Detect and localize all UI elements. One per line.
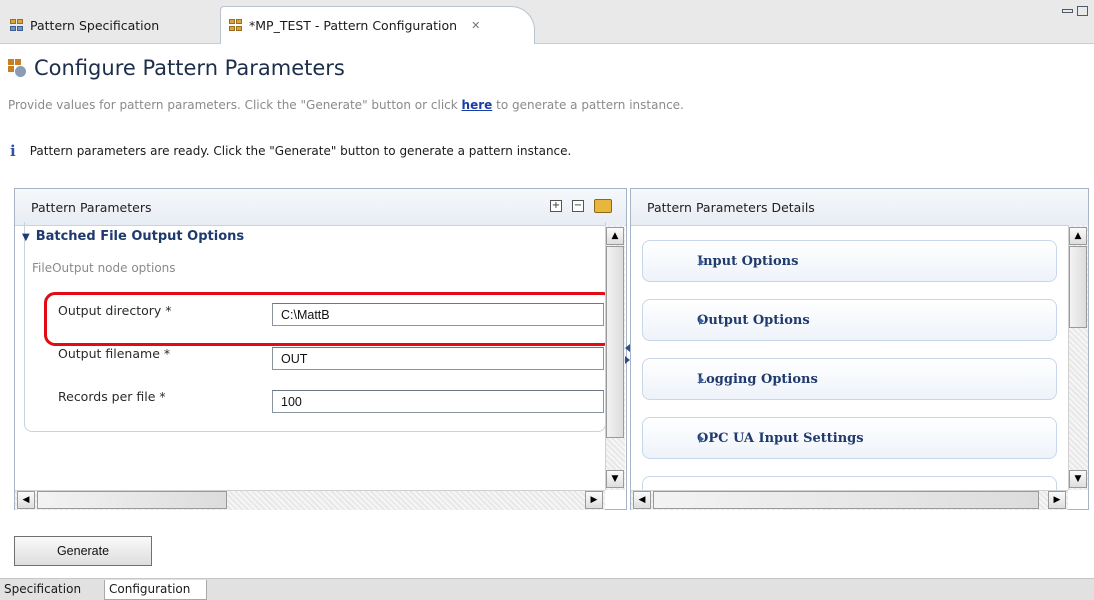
expand-all-icon[interactable]: + [550,200,562,212]
scroll-left-icon[interactable]: ◀ [17,491,35,509]
triangle-right-icon [699,317,704,325]
card-opc-ua-input-settings[interactable]: OPC UA Input Settings [642,417,1057,459]
scroll-down-icon[interactable]: ▼ [1069,470,1087,488]
section-subtitle: FileOutput node options [32,261,176,275]
output-filename-label: Output filename * [58,346,171,361]
section-header[interactable]: ▼ Batched File Output Options [22,229,244,244]
triangle-right-icon [699,258,704,266]
panel-toolbar: + − [550,199,612,213]
details-panel-title: Pattern Parameters Details [647,199,815,215]
info-message-text: Pattern parameters are ready. Click the … [29,144,572,158]
card-logging-options[interactable]: Logging Options [642,358,1057,400]
maximize-icon[interactable] [1077,6,1088,16]
triangle-right-icon [699,435,704,443]
left-hscroll-thumb[interactable] [37,491,227,509]
window-controls [1062,6,1088,16]
info-message: i Pattern parameters are ready. Click th… [10,142,571,160]
here-link[interactable]: here [462,98,493,112]
scroll-right-icon[interactable]: ▶ [1048,491,1066,509]
minimize-icon[interactable] [1062,9,1073,13]
card-output-options[interactable]: Output Options [642,299,1057,341]
records-per-file-label: Records per file * [58,389,166,404]
scroll-down-icon[interactable]: ▼ [606,470,624,488]
card-partial [642,476,1057,490]
output-filename-input[interactable] [272,347,604,370]
generate-button[interactable]: Generate [14,536,152,566]
close-tab-icon[interactable]: ✕ [471,19,480,32]
tab-label: *MP_TEST - Pattern Configuration [249,18,458,33]
highlight-annotation [44,292,614,346]
triangle-down-icon: ▼ [22,232,30,243]
info-icon: i [10,142,16,160]
page-description: Provide values for pattern parameters. C… [8,98,684,112]
configure-pattern-icon [8,59,26,77]
details-panel-header: Pattern Parameters Details [631,189,1088,226]
panel-header: Pattern Parameters + − [15,189,626,226]
pattern-spec-icon [10,18,24,32]
open-folder-icon[interactable] [594,199,612,213]
scroll-up-icon[interactable]: ▲ [1069,227,1087,245]
scroll-left-icon[interactable]: ◀ [633,491,651,509]
left-vscroll-thumb[interactable] [606,246,624,438]
page-title: Configure Pattern Parameters [8,56,345,80]
page-title-text: Configure Pattern Parameters [34,56,345,80]
scroll-right-icon[interactable]: ▶ [585,491,603,509]
right-vscroll-thumb[interactable] [1069,246,1087,328]
tab-pattern-specification[interactable]: Pattern Specification [0,6,205,44]
panel-title: Pattern Parameters [31,199,152,215]
right-hscroll-thumb[interactable] [653,491,1039,509]
tab-pattern-configuration[interactable]: *MP_TEST - Pattern Configuration ✕ [220,6,535,44]
triangle-right-icon [699,376,704,384]
card-input-options[interactable]: Input Options [642,240,1057,282]
tab-configuration[interactable]: Configuration [104,580,207,600]
records-per-file-input[interactable] [272,390,604,413]
tab-label: Pattern Specification [30,17,160,33]
collapse-all-icon[interactable]: − [572,200,584,212]
pattern-details-panel: Pattern Parameters Details [630,188,1089,510]
scroll-up-icon[interactable]: ▲ [606,227,624,245]
pattern-config-icon [229,19,243,32]
tab-specification[interactable]: Specification [0,580,104,600]
